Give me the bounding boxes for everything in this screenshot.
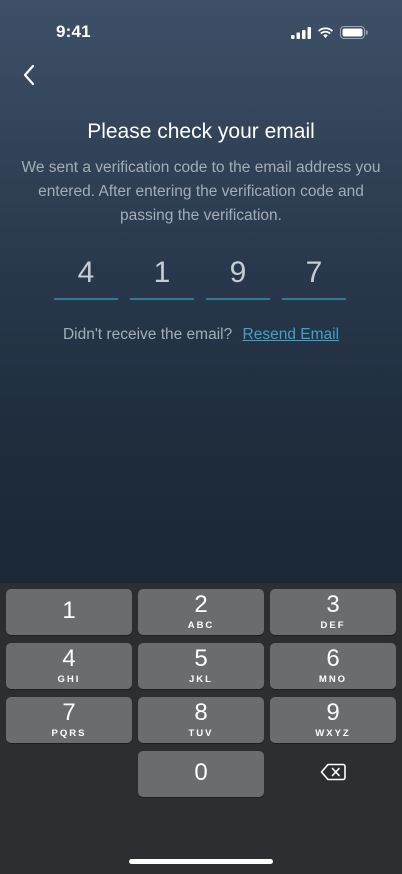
back-button[interactable]	[14, 62, 44, 92]
chevron-left-icon	[22, 64, 36, 91]
key-number: 5	[194, 645, 208, 672]
status-time: 9:41	[56, 22, 91, 41]
page-title: Please check your email	[87, 120, 315, 143]
key-letters: DEF	[320, 620, 346, 631]
key-7[interactable]: 7 PQRS	[6, 697, 132, 743]
key-letters: JKL	[189, 674, 213, 685]
key-6[interactable]: 6 MNO	[270, 643, 396, 689]
code-digit-4[interactable]: 7	[282, 248, 346, 300]
key-number: 8	[194, 699, 208, 726]
key-2[interactable]: 2 ABC	[138, 589, 264, 635]
key-1[interactable]: 1	[6, 589, 132, 635]
home-indicator	[129, 859, 273, 864]
verification-code-input[interactable]: 4 1 9 7	[54, 248, 348, 300]
key-number: 4	[62, 645, 76, 672]
key-number: 3	[326, 591, 340, 618]
key-letters: MNO	[318, 674, 348, 685]
code-digit-2[interactable]: 1	[130, 248, 194, 300]
resend-row: Didn't receive the email? Resend Email	[0, 326, 402, 344]
key-letters: WXYZ	[315, 728, 351, 739]
key-letters: ABC	[187, 620, 215, 631]
key-4[interactable]: 4 GHI	[6, 643, 132, 689]
key-number: 6	[326, 645, 340, 672]
key-letters: GHI	[57, 674, 81, 685]
battery-icon	[340, 26, 368, 39]
key-8[interactable]: 8 TUV	[138, 697, 264, 743]
cellular-signal-icon	[291, 26, 311, 39]
code-digit-1[interactable]: 4	[54, 248, 118, 300]
key-number: 2	[194, 591, 208, 618]
key-5[interactable]: 5 JKL	[138, 643, 264, 689]
key-number: 1	[62, 597, 76, 624]
resend-prompt: Didn't receive the email?	[62, 326, 233, 343]
key-3[interactable]: 3 DEF	[270, 589, 396, 635]
key-number: 9	[326, 699, 340, 726]
key-letters: PQRS	[51, 728, 87, 739]
key-number: 0	[194, 759, 208, 786]
status-bar: 9:41	[0, 0, 402, 60]
backspace-icon	[320, 763, 346, 786]
key-letters: TUV	[188, 728, 214, 739]
key-9[interactable]: 9 WXYZ	[270, 697, 396, 743]
code-digit-3[interactable]: 9	[206, 248, 270, 300]
resend-email-link[interactable]: Resend Email	[243, 326, 340, 343]
page-description: We sent a verification code to the email…	[21, 159, 381, 224]
verification-screen: 9:41 Please check your email We sent a v…	[0, 0, 402, 583]
wifi-icon	[317, 26, 334, 39]
status-icons	[291, 26, 368, 39]
backspace-button[interactable]	[270, 751, 396, 797]
key-number: 7	[62, 699, 76, 726]
numeric-keypad: 1 2 ABC 3 DEF 4 GHI 5 JKL 6 MNO 7 PQRS 8…	[0, 583, 402, 874]
key-0[interactable]: 0	[138, 751, 264, 797]
